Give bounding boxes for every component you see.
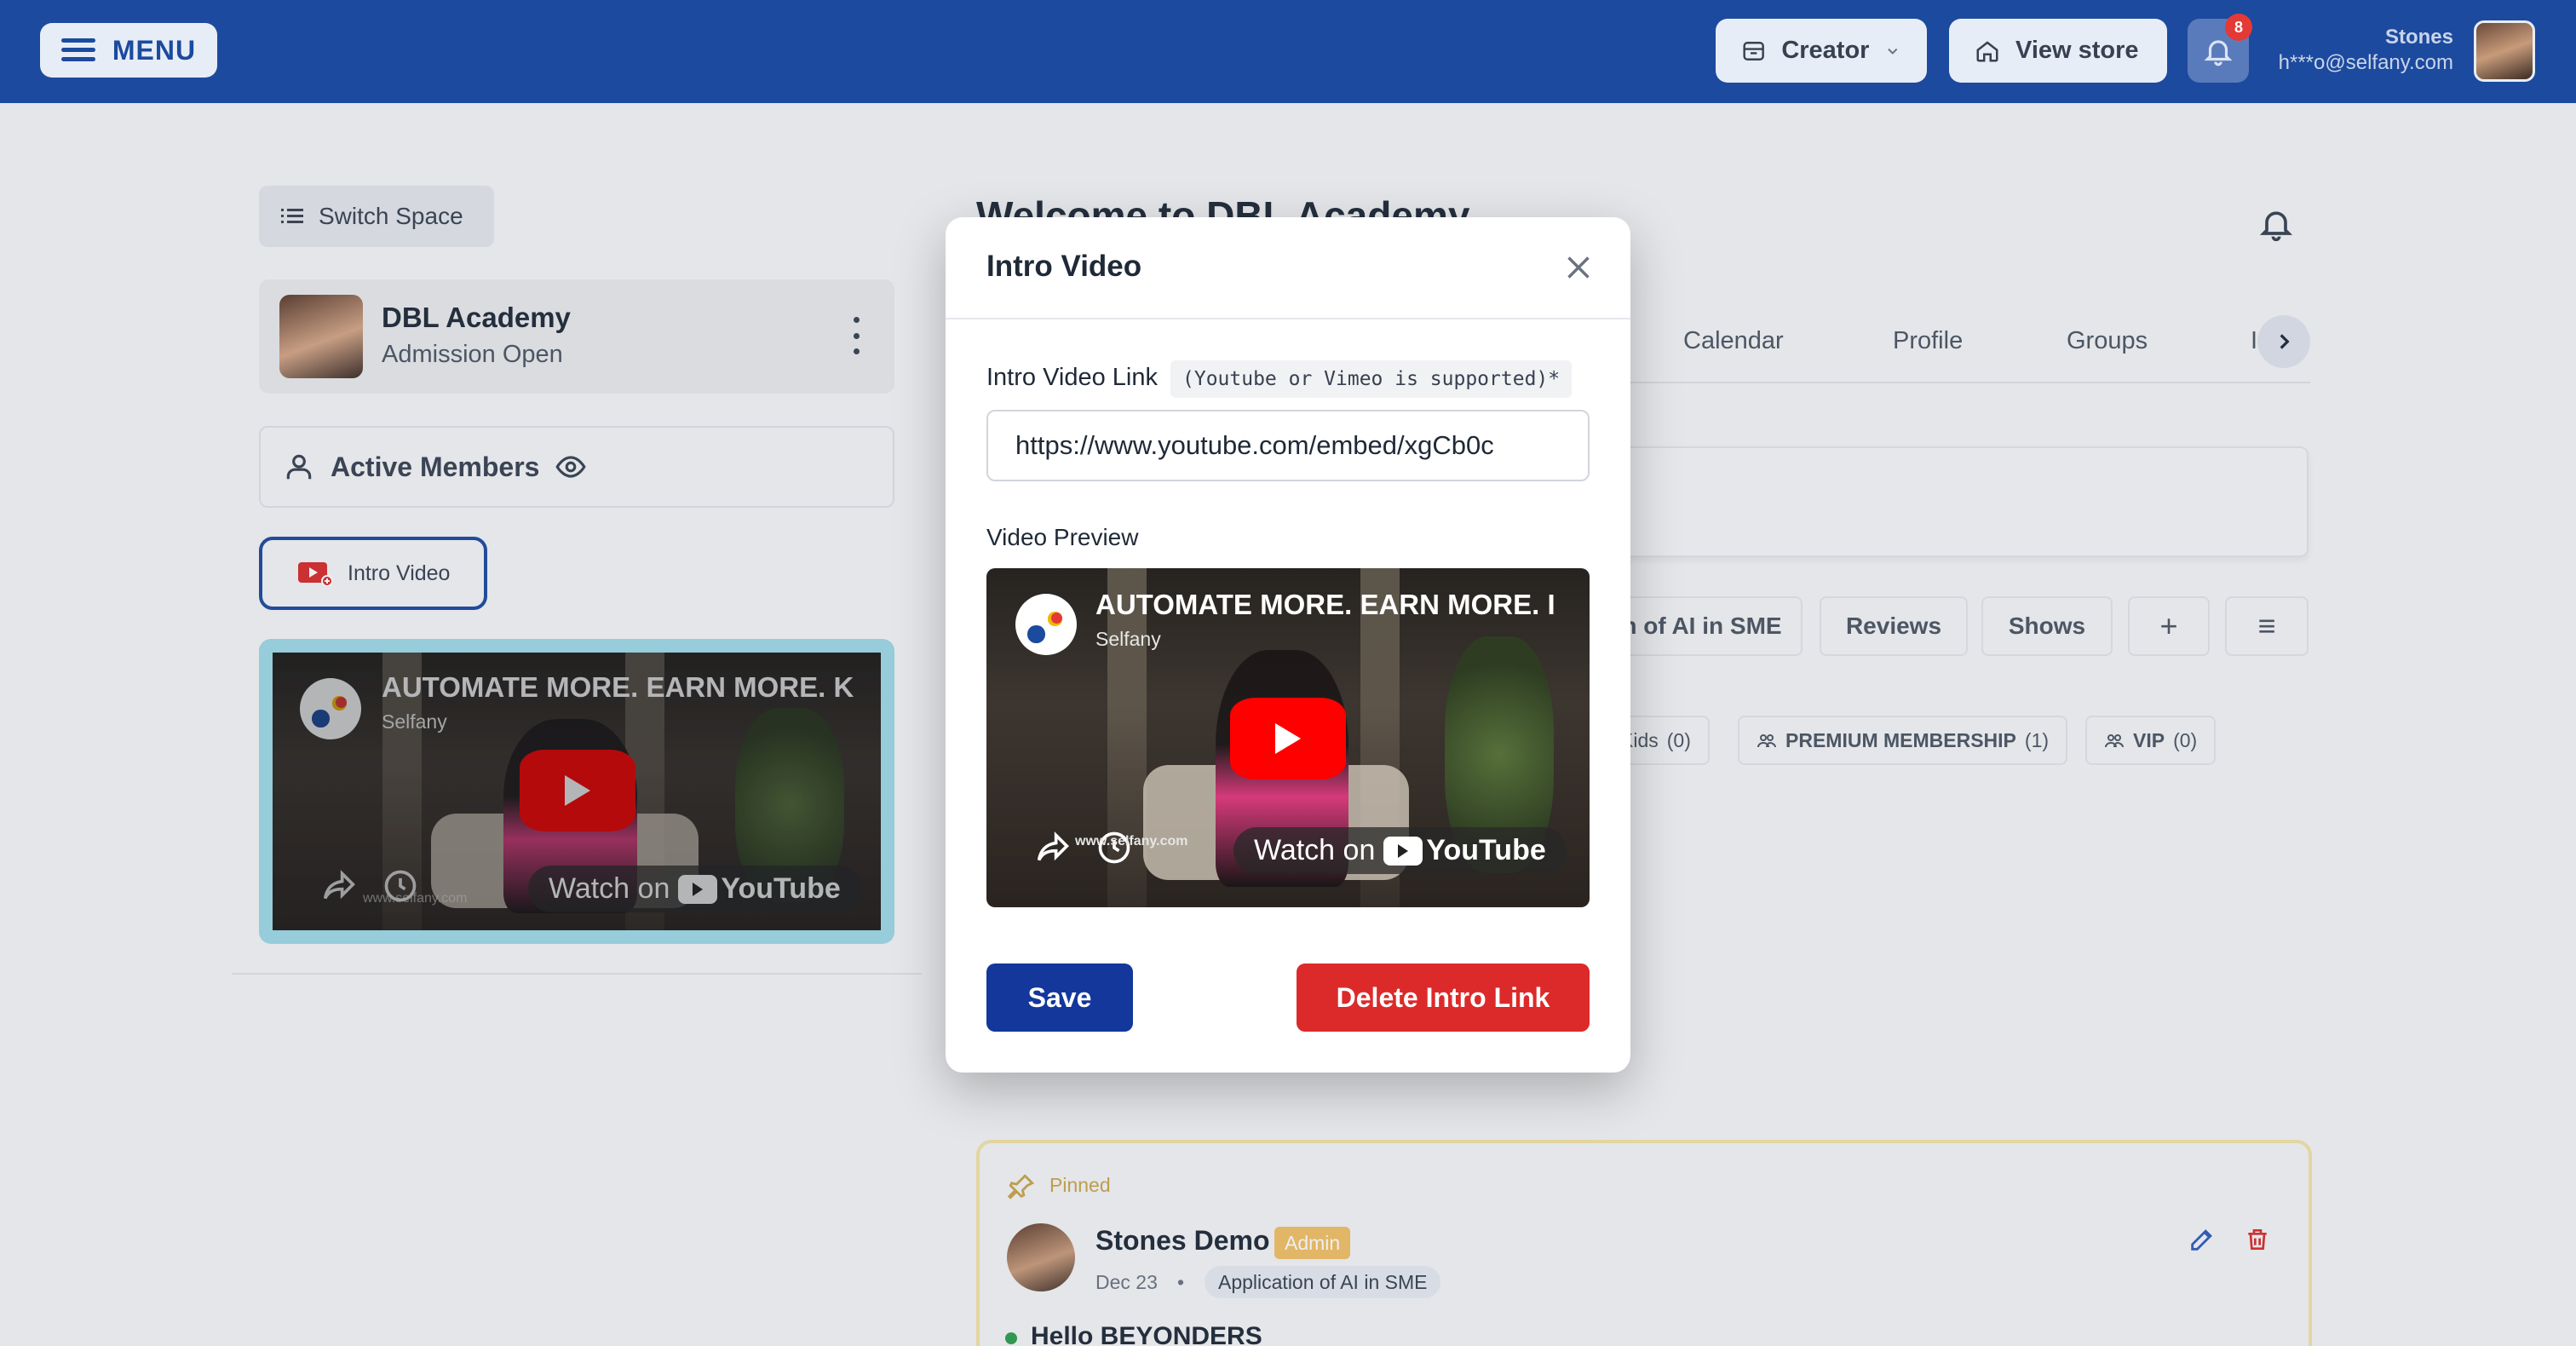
top-bar: MENU Creator View store 8 Stones h***o@s… [0,0,2576,103]
youtube-logo: YouTube [1383,834,1546,867]
close-icon[interactable] [1559,248,1598,287]
play-icon[interactable] [1230,698,1346,779]
intro-video-url-input[interactable] [986,410,1590,481]
watch-on-youtube-button[interactable]: Watch on YouTube [1233,827,1567,874]
menu-button[interactable]: MENU [40,23,217,78]
user-avatar[interactable] [2474,20,2535,82]
channel-name: Selfany [1095,628,1161,650]
share-icon[interactable] [1034,831,1072,865]
bell-icon [2204,39,2233,66]
channel-logo-icon [1015,594,1077,655]
save-button[interactable]: Save [986,963,1133,1032]
creator-label: Creator [1781,37,1870,64]
intro-video-link-label: Intro Video Link [986,364,1158,391]
youtube-play-icon [1383,836,1423,866]
notification-count-badge: 8 [2225,14,2252,41]
menu-label: MENU [112,34,197,66]
delete-intro-link-button[interactable]: Delete Intro Link [1297,963,1590,1032]
modal-title: Intro Video [986,250,1142,283]
store-front-icon [1743,41,1764,60]
intro-video-modal: Intro Video Intro Video Link (Youtube or… [946,217,1630,1073]
video-thumbnail: AUTOMATE MORE. EARN MORE. I Selfany www.… [986,568,1590,907]
view-store-label: View store [2015,37,2139,64]
watermark: www.selfany.com [1075,834,1188,848]
creator-button[interactable]: Creator [1716,19,1927,83]
divider [946,318,1630,319]
home-icon [1976,40,1998,61]
chevron-down-icon [1888,48,1898,55]
video-title: AUTOMATE MORE. EARN MORE. I [1095,589,1555,620]
view-store-button[interactable]: View store [1949,19,2167,83]
video-preview-label: Video Preview [986,524,1139,550]
user-name: Stones [2384,26,2453,49]
watch-on-label: Watch on [1254,834,1376,866]
supported-platforms-hint: (Youtube or Vimeo is supported)* [1170,360,1573,398]
hamburger-icon [60,38,95,62]
youtube-wordmark: YouTube [1426,834,1546,866]
video-preview-player[interactable]: AUTOMATE MORE. EARN MORE. I Selfany www.… [986,568,1590,907]
user-email: h***o@selfany.com [2278,51,2453,74]
